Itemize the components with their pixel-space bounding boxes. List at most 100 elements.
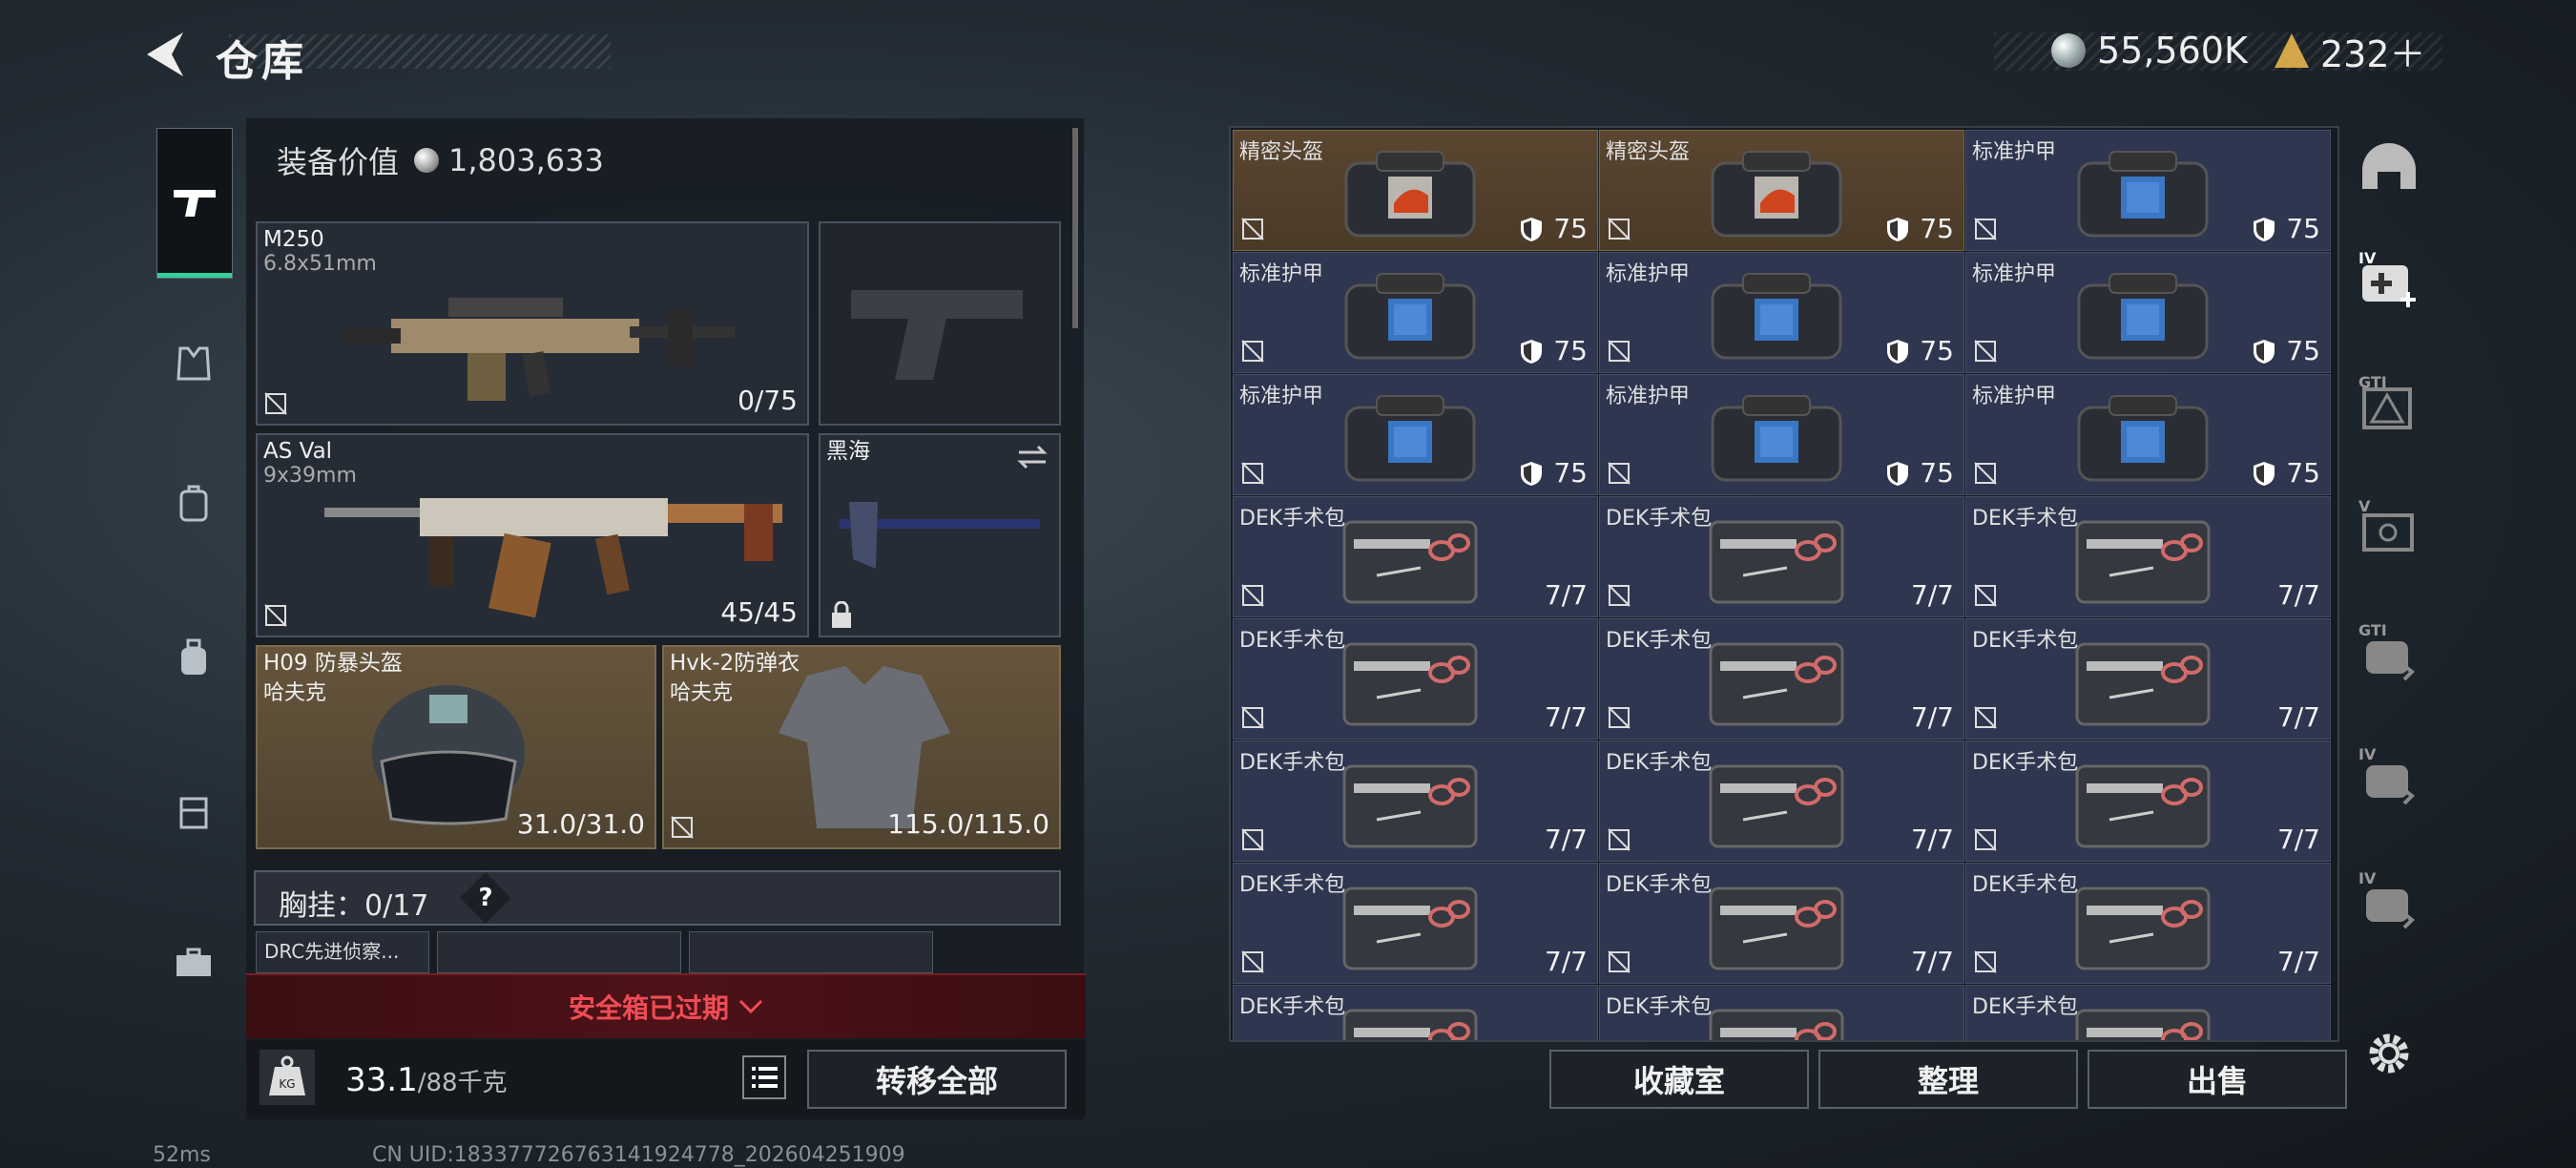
no-insurance-icon — [264, 604, 287, 627]
bag-icon[interactable]: GTI — [2355, 618, 2423, 687]
list-icon[interactable] — [742, 1055, 786, 1099]
bag-icon[interactable]: IV — [2355, 866, 2423, 935]
pistol-slot[interactable] — [819, 221, 1061, 426]
help-icon[interactable]: ? — [460, 872, 511, 924]
item-value: 7/7 — [1911, 946, 1954, 977]
ping-text: 52ms — [153, 1143, 211, 1167]
inventory-item[interactable]: DEK手术包 7/7 — [1233, 740, 1598, 862]
item-name: DEK手术包 — [1972, 751, 2079, 775]
item-value: 7/7 — [1545, 579, 1588, 611]
item-value: 7/7 — [1545, 701, 1588, 733]
currency-secondary[interactable]: 232＋ — [2275, 27, 2426, 75]
inventory-item[interactable]: 标准护甲 75 — [1599, 252, 1964, 373]
inventory-item[interactable]: DEK手术包 7/7 — [1233, 496, 1598, 617]
nav-bag[interactable] — [156, 620, 231, 695]
nav-safe[interactable] — [156, 773, 231, 847]
currency-primary-value: 55,560K — [2097, 30, 2248, 72]
inventory-item[interactable]: DEK手术包 — [1233, 985, 1598, 1040]
shield-icon — [1521, 461, 1543, 486]
inventory-item[interactable]: 标准护甲 75 — [1233, 374, 1598, 495]
bag-icon[interactable]: IV — [2355, 742, 2423, 811]
sell-button[interactable]: 出售 — [2088, 1050, 2347, 1109]
ammo-count: 45/45 — [720, 596, 798, 628]
back-icon[interactable] — [141, 29, 189, 80]
inventory-item[interactable]: DEK手术包 7/7 — [1599, 740, 1964, 862]
weapon-name: AS Val — [263, 439, 333, 464]
inventory-item[interactable]: DEK手术包 — [1599, 985, 1964, 1040]
gear-icon[interactable] — [2364, 1029, 2414, 1078]
item-name: 标准护甲 — [1239, 385, 1324, 408]
currency-secondary-value: 232＋ — [2320, 32, 2426, 75]
no-insurance-icon — [1608, 584, 1631, 607]
inventory-item[interactable]: DEK手术包 7/7 — [1965, 863, 2331, 984]
equipment-scrollbar[interactable] — [1072, 128, 1078, 328]
inventory-item[interactable]: DEK手术包 7/7 — [1965, 496, 2331, 617]
inventory-item[interactable]: DEK手术包 7/7 — [1965, 740, 2331, 862]
medkit-icon — [2075, 642, 2211, 726]
safe-box-expired-bar[interactable]: 安全箱已过期 — [246, 973, 1086, 1038]
item-name: DEK手术包 — [1606, 873, 1713, 897]
item-name: DEK手术包 — [1239, 751, 1346, 775]
item-value: 7/7 — [1911, 824, 1954, 855]
inventory-item[interactable]: DEK手术包 — [1965, 985, 2331, 1040]
inventory-item[interactable]: DEK手术包 7/7 — [1233, 618, 1598, 740]
bag-icon — [2077, 151, 2209, 238]
nav-weapons[interactable] — [156, 128, 233, 279]
no-insurance-icon — [1974, 462, 1997, 485]
helmet-slot[interactable]: H09 防暴头盔 哈夫克 31.0/31.0 — [256, 645, 656, 849]
item-value: 7/7 — [1545, 824, 1588, 855]
item-value-text: 75 — [1920, 457, 1954, 489]
item-value: 7/7 — [1545, 946, 1588, 977]
inventory-item[interactable]: 标准护甲 75 — [1599, 374, 1964, 495]
inventory-item[interactable]: 标准护甲 75 — [1965, 252, 2331, 373]
swap-icon[interactable] — [1015, 443, 1049, 471]
primary-weapon-slot[interactable]: M250 6.8x51mm 0/75 — [256, 221, 809, 426]
nav-backpack[interactable] — [156, 466, 231, 540]
armor-slot[interactable]: Hvk-2防弹衣 哈夫克 115.0/115.0 — [662, 645, 1061, 849]
chest-rig-slot[interactable] — [689, 931, 933, 973]
secondary-weapon-slot[interactable]: AS Val 9x39mm 45/45 — [256, 433, 809, 637]
safe-icon[interactable]: V — [2355, 494, 2423, 563]
item-value-text: 75 — [1920, 213, 1954, 244]
medkit-icon — [2075, 1009, 2211, 1040]
collection-room-button[interactable]: 收藏室 — [1549, 1050, 1809, 1109]
medkit-icon — [1342, 642, 1478, 726]
riot-helmet-icon — [372, 685, 525, 825]
chest-rig-slot[interactable] — [437, 931, 681, 973]
chest-rig-item[interactable]: DRC先进侦察... — [256, 931, 429, 973]
backpack-icon — [179, 485, 208, 522]
item-name: 标准护甲 — [1972, 262, 2057, 286]
inventory-item[interactable]: 精密头盔 75 — [1599, 130, 1964, 251]
shield-icon — [1887, 217, 1909, 241]
inventory-item[interactable]: 标准护甲 75 — [1965, 130, 2331, 251]
item-value-text: 7/7 — [1544, 701, 1588, 733]
chest-rig-header[interactable]: 胸挂：0/17 ? — [254, 870, 1061, 926]
item-value: 75 — [1885, 457, 1954, 489]
inventory-item[interactable]: 精密头盔 75 — [1233, 130, 1598, 251]
transfer-all-button[interactable]: 转移全部 — [807, 1050, 1067, 1109]
item-value: 75 — [2252, 457, 2320, 489]
bag-icon — [2077, 395, 2209, 482]
inventory-item[interactable]: 标准护甲 75 — [1233, 252, 1598, 373]
inventory-item[interactable]: DEK手术包 7/7 — [1599, 618, 1964, 740]
item-value-text: 75 — [1553, 335, 1588, 366]
item-value: 75 — [1885, 335, 1954, 366]
shield-icon — [1887, 339, 1909, 364]
armor-icon[interactable]: GTI — [2355, 370, 2423, 439]
nav-chest-rig[interactable] — [156, 326, 231, 401]
inventory-item[interactable]: DEK手术包 7/7 — [1233, 863, 1598, 984]
melee-slot[interactable]: 黑海 — [819, 433, 1061, 637]
helmet-icon[interactable] — [2355, 141, 2423, 210]
item-value: 7/7 — [1911, 579, 1954, 611]
organize-button[interactable]: 整理 — [1818, 1050, 2078, 1109]
inventory-item[interactable]: DEK手术包 7/7 — [1599, 863, 1964, 984]
shield-icon — [1887, 461, 1909, 486]
medkit-icon[interactable]: IV — [2355, 246, 2423, 315]
uid-text: CN UID:183377726763141924778_20260425190… — [372, 1143, 905, 1167]
inventory-item[interactable]: DEK手术包 7/7 — [1599, 496, 1964, 617]
nav-toolbox[interactable] — [156, 926, 231, 1000]
inventory-item[interactable]: 标准护甲 75 — [1965, 374, 2331, 495]
item-name: 标准护甲 — [1972, 385, 2057, 408]
inventory-item[interactable]: DEK手术包 7/7 — [1965, 618, 2331, 740]
svg-text:V: V — [2358, 497, 2371, 515]
